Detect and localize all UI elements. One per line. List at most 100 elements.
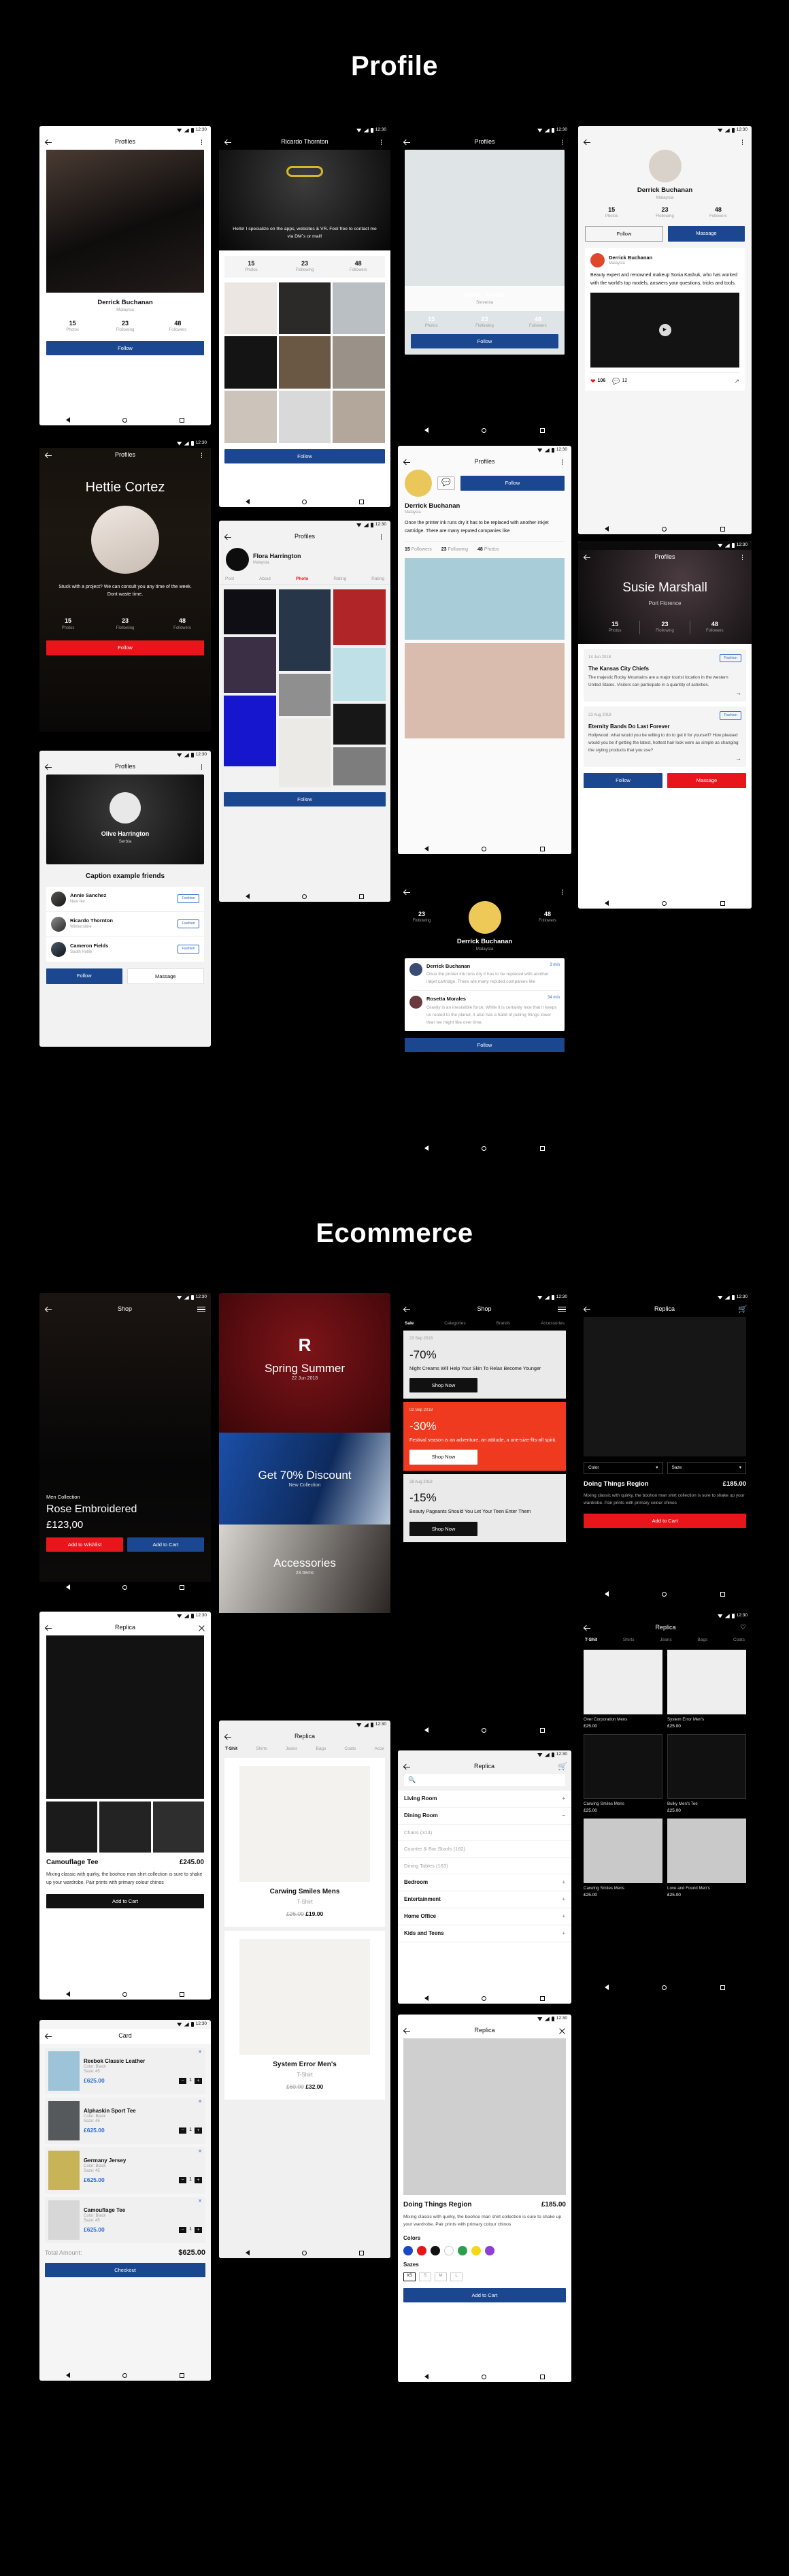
- color-swatch-red[interactable]: [417, 2245, 426, 2255]
- color-swatch-blue[interactable]: [403, 2245, 413, 2255]
- product-card[interactable]: Love and Found Men's £25.00: [667, 1818, 746, 1898]
- nav-back-icon[interactable]: [65, 1991, 70, 1997]
- product-card[interactable]: Bulky Men's Tee £25.00: [667, 1733, 746, 1814]
- add-to-cart-button[interactable]: Add to Cart: [584, 1514, 746, 1529]
- nav-back-icon[interactable]: [424, 846, 429, 851]
- product-card[interactable]: Carwing Smiles Mens £25.00: [584, 1818, 662, 1898]
- nav-home-icon[interactable]: [482, 427, 487, 433]
- nav-recents-icon[interactable]: [180, 417, 185, 423]
- back-icon[interactable]: [224, 139, 232, 146]
- photo-thumb[interactable]: [333, 747, 386, 785]
- tab-jeans[interactable]: Jeans: [660, 1637, 671, 1643]
- nav-home-icon[interactable]: [662, 1591, 667, 1597]
- nav-back-icon[interactable]: [245, 499, 250, 504]
- nav-back-icon[interactable]: [424, 1995, 429, 2001]
- collapse-icon[interactable]: –: [563, 1812, 565, 1819]
- message-button[interactable]: Massage: [127, 968, 204, 984]
- color-swatch-yellow[interactable]: [471, 2245, 481, 2255]
- nav-back-icon[interactable]: [65, 1584, 70, 1590]
- offer-card[interactable]: 23 Sep 2018 -70% Night Creams Will Help …: [403, 1331, 566, 1399]
- list-item-sub[interactable]: Chairs (314): [398, 1825, 571, 1842]
- photo-thumb[interactable]: [224, 336, 277, 389]
- color-swatch-green[interactable]: [458, 2245, 467, 2255]
- nav-home-icon[interactable]: [122, 1584, 127, 1590]
- decrement-button[interactable]: −: [179, 2127, 187, 2134]
- share-icon[interactable]: ↗: [734, 378, 739, 385]
- tag-chip[interactable]: Fashion: [178, 945, 199, 953]
- nav-home-icon[interactable]: [662, 900, 667, 906]
- list-item[interactable]: Home Office +: [398, 1908, 571, 1926]
- back-icon[interactable]: [403, 459, 411, 466]
- nav-back-icon[interactable]: [605, 526, 609, 532]
- nav-recents-icon[interactable]: [359, 2250, 365, 2255]
- overflow-menu-icon[interactable]: [198, 452, 205, 459]
- tag-chip[interactable]: Fashion: [720, 653, 741, 663]
- add-to-cart-button[interactable]: Add to Cart: [127, 1537, 204, 1552]
- overflow-menu-icon[interactable]: [558, 139, 566, 146]
- back-icon[interactable]: [45, 1625, 52, 1632]
- nav-recents-icon[interactable]: [180, 1991, 185, 1997]
- follow-button[interactable]: Follow: [224, 792, 386, 807]
- photo-thumb[interactable]: [278, 719, 331, 787]
- article-card[interactable]: 14 Jun 2018 Fashion The Kansas City Chie…: [584, 649, 746, 702]
- tag-chip[interactable]: Fashion: [720, 711, 741, 721]
- expand-icon[interactable]: +: [562, 1913, 565, 1920]
- nav-recents-icon[interactable]: [539, 846, 545, 851]
- list-item[interactable]: Ricardo Thornton Wilmershire Fashion: [46, 912, 204, 936]
- offer-card[interactable]: 28 Aug 2018 -15% Beauty Pageants Should …: [403, 1473, 566, 1543]
- back-icon[interactable]: [403, 139, 411, 146]
- nav-home-icon[interactable]: [301, 2250, 307, 2255]
- photo-thumb[interactable]: [333, 589, 386, 645]
- checkout-button[interactable]: Checkout: [45, 2262, 205, 2278]
- table-row[interactable]: Germany Jersey Color: Black Saze: 45 £62…: [45, 2147, 205, 2194]
- table-row[interactable]: Reebok Classic Leather Color: Black Saze…: [45, 2048, 205, 2094]
- nav-back-icon[interactable]: [605, 900, 609, 906]
- photo-thumb[interactable]: [278, 336, 331, 389]
- product-card[interactable]: System Error Men's £25.00: [667, 1650, 746, 1729]
- nav-back-icon[interactable]: [65, 417, 70, 423]
- message-button[interactable]: Massage: [667, 773, 746, 788]
- back-icon[interactable]: [45, 2033, 52, 2040]
- offer-card[interactable]: 02 Sep 2018 -30% Festival season is an a…: [403, 1402, 566, 1471]
- follow-button[interactable]: Follow: [405, 1037, 565, 1053]
- list-item[interactable]: Derrick Buchanan 3 min Once the printer i…: [409, 963, 560, 985]
- tab-about[interactable]: About: [259, 576, 271, 582]
- size-select[interactable]: Saze ▾: [667, 1462, 746, 1475]
- increment-button[interactable]: +: [195, 2226, 202, 2233]
- photo-thumb[interactable]: [224, 589, 276, 634]
- photo-thumb[interactable]: [224, 637, 276, 693]
- tab-shirts[interactable]: Shirts: [623, 1637, 635, 1643]
- color-swatch-purple[interactable]: [485, 2245, 494, 2255]
- nav-recents-icon[interactable]: [180, 1584, 185, 1590]
- color-select[interactable]: Color ▾: [584, 1462, 663, 1475]
- tab-bags[interactable]: Bags: [697, 1637, 707, 1643]
- tab-post[interactable]: Post: [225, 576, 234, 582]
- nav-recents-icon[interactable]: [539, 427, 545, 433]
- cart-icon[interactable]: 🛒: [738, 1305, 748, 1314]
- shop-now-button[interactable]: Shop Now: [409, 1377, 477, 1393]
- color-swatch-white[interactable]: [444, 2245, 454, 2255]
- nav-back-icon[interactable]: [424, 1145, 429, 1151]
- follow-button[interactable]: Follow: [585, 225, 663, 242]
- nav-back-icon[interactable]: [245, 2250, 250, 2255]
- list-item[interactable]: Living Room +: [398, 1791, 571, 1808]
- post-photo[interactable]: [405, 642, 565, 738]
- overflow-menu-icon[interactable]: [198, 139, 205, 146]
- photo-thumb[interactable]: [333, 648, 386, 701]
- table-row[interactable]: Camouflage Tee Color: Black Saze: 45 £62…: [45, 2197, 205, 2243]
- product-thumb[interactable]: [152, 1801, 205, 1853]
- photo-thumb[interactable]: [333, 391, 386, 443]
- banner[interactable]: R Spring Summer 22 Jun 2018: [219, 1293, 390, 1433]
- remove-item-icon[interactable]: ✕: [198, 2199, 202, 2205]
- size-option-m[interactable]: M: [435, 2272, 447, 2281]
- increment-button[interactable]: +: [195, 2077, 202, 2084]
- nav-home-icon[interactable]: [301, 894, 307, 899]
- list-item[interactable]: Dining Room –: [398, 1808, 571, 1825]
- shop-now-button[interactable]: Shop Now: [409, 1450, 477, 1465]
- tab-coats[interactable]: Coats: [344, 1746, 356, 1752]
- nav-recents-icon[interactable]: [720, 900, 725, 906]
- product-card[interactable]: Over Corporation Mens £25.00: [584, 1650, 662, 1729]
- tab-bags[interactable]: Bags: [316, 1746, 326, 1752]
- increment-button[interactable]: +: [195, 2176, 202, 2183]
- follow-button[interactable]: Follow: [46, 340, 204, 356]
